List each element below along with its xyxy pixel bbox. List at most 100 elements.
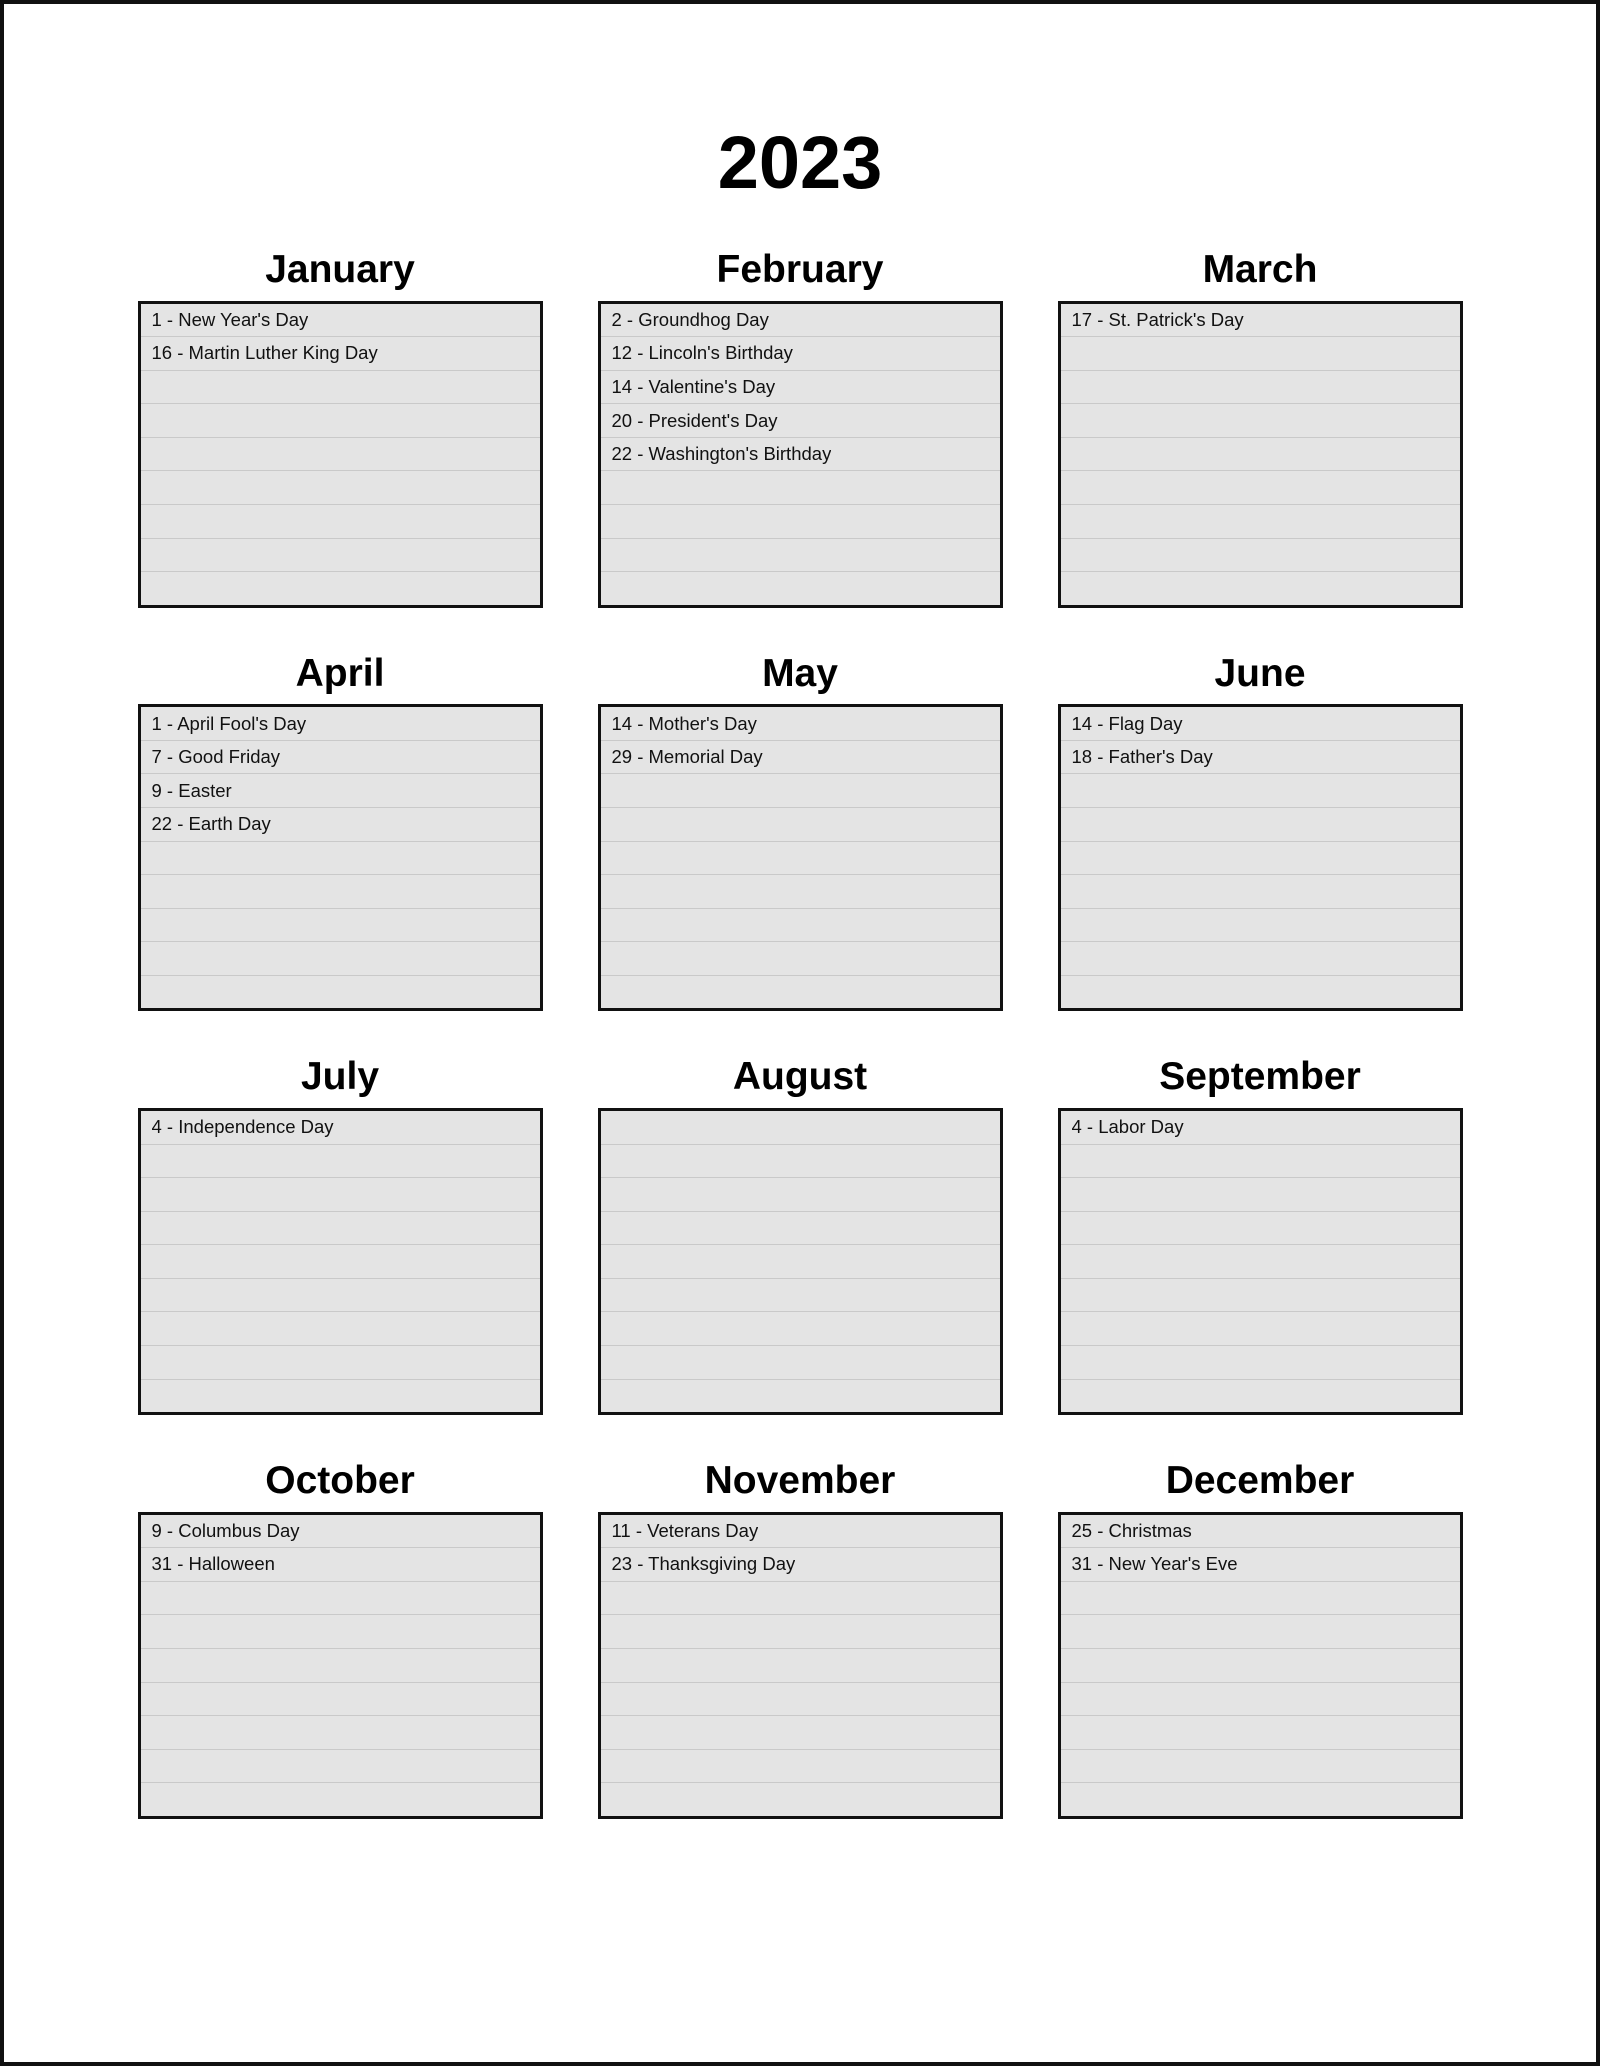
event-row-empty[interactable]	[1060, 942, 1460, 976]
event-row[interactable]: 18 - Father's Day	[1060, 740, 1460, 775]
event-row-empty[interactable]	[1060, 1615, 1460, 1649]
event-row[interactable]: 25 - Christmas	[1060, 1514, 1460, 1549]
event-row-empty[interactable]	[140, 975, 540, 1009]
event-row-empty[interactable]	[600, 1345, 1000, 1380]
event-row-empty[interactable]	[600, 1312, 1000, 1346]
event-row-empty[interactable]	[140, 1615, 540, 1649]
event-row-empty[interactable]	[1060, 1716, 1460, 1750]
event-row-empty[interactable]	[1060, 908, 1460, 943]
event-row-empty[interactable]	[600, 1211, 1000, 1246]
event-row[interactable]: 22 - Earth Day	[140, 808, 540, 842]
event-row-empty[interactable]	[1060, 1144, 1460, 1179]
event-row[interactable]: 1 - New Year's Day	[140, 303, 540, 338]
event-row-empty[interactable]	[140, 538, 540, 573]
event-row-empty[interactable]	[1060, 1581, 1460, 1616]
event-row-empty[interactable]	[600, 774, 1000, 809]
event-row-empty[interactable]	[1060, 437, 1460, 472]
event-row-empty[interactable]	[1060, 841, 1460, 876]
event-row-empty[interactable]	[140, 1278, 540, 1313]
event-row-empty[interactable]	[1060, 1783, 1460, 1816]
event-row-empty[interactable]	[140, 1245, 540, 1279]
event-row-empty[interactable]	[140, 841, 540, 876]
event-row-empty[interactable]	[1060, 404, 1460, 438]
event-row-empty[interactable]	[600, 1716, 1000, 1750]
event-row-empty[interactable]	[140, 1345, 540, 1380]
event-row-empty[interactable]	[600, 505, 1000, 539]
event-row-empty[interactable]	[1060, 337, 1460, 371]
event-row[interactable]: 9 - Columbus Day	[140, 1514, 540, 1549]
event-row-empty[interactable]	[600, 1682, 1000, 1717]
event-row[interactable]: 11 - Veterans Day	[600, 1514, 1000, 1549]
event-row[interactable]: 31 - Halloween	[140, 1548, 540, 1582]
event-row[interactable]: 23 - Thanksgiving Day	[600, 1548, 1000, 1582]
event-row-empty[interactable]	[1060, 774, 1460, 809]
event-row-empty[interactable]	[1060, 875, 1460, 909]
event-row[interactable]: 14 - Mother's Day	[600, 707, 1000, 741]
event-row-empty[interactable]	[1060, 370, 1460, 405]
event-row-empty[interactable]	[600, 1615, 1000, 1649]
event-row-empty[interactable]	[1060, 1211, 1460, 1246]
event-row-empty[interactable]	[600, 1245, 1000, 1279]
event-row-empty[interactable]	[140, 942, 540, 976]
event-row-empty[interactable]	[600, 808, 1000, 842]
event-row-empty[interactable]	[140, 505, 540, 539]
event-row-empty[interactable]	[600, 975, 1000, 1009]
event-row-empty[interactable]	[1060, 538, 1460, 573]
event-row-empty[interactable]	[140, 1379, 540, 1413]
event-row-empty[interactable]	[140, 908, 540, 943]
event-row-empty[interactable]	[600, 538, 1000, 573]
event-row-empty[interactable]	[140, 1682, 540, 1717]
event-row-empty[interactable]	[600, 572, 1000, 605]
event-row[interactable]: 17 - St. Patrick's Day	[1060, 303, 1460, 338]
event-row-empty[interactable]	[1060, 1345, 1460, 1380]
event-row-empty[interactable]	[1060, 975, 1460, 1009]
event-row-empty[interactable]	[600, 1144, 1000, 1179]
event-row-empty[interactable]	[1060, 1682, 1460, 1717]
event-row[interactable]: 1 - April Fool's Day	[140, 707, 540, 741]
event-row-empty[interactable]	[140, 1783, 540, 1816]
event-row-empty[interactable]	[140, 471, 540, 506]
event-row[interactable]: 9 - Easter	[140, 774, 540, 809]
event-row[interactable]: 29 - Memorial Day	[600, 740, 1000, 775]
event-row-empty[interactable]	[1060, 572, 1460, 605]
event-row[interactable]: 4 - Labor Day	[1060, 1111, 1460, 1145]
event-row-empty[interactable]	[1060, 505, 1460, 539]
event-row[interactable]: 20 - President's Day	[600, 404, 1000, 438]
event-row-empty[interactable]	[600, 1111, 1000, 1145]
event-row-empty[interactable]	[140, 1178, 540, 1212]
event-row-empty[interactable]	[1060, 1178, 1460, 1212]
event-row-empty[interactable]	[140, 1648, 540, 1683]
event-row-empty[interactable]	[600, 1749, 1000, 1784]
event-row-empty[interactable]	[1060, 471, 1460, 506]
event-row[interactable]: 14 - Valentine's Day	[600, 370, 1000, 405]
event-row-empty[interactable]	[600, 875, 1000, 909]
event-row-empty[interactable]	[1060, 1648, 1460, 1683]
event-row-empty[interactable]	[600, 1783, 1000, 1816]
event-row-empty[interactable]	[140, 404, 540, 438]
event-row[interactable]: 2 - Groundhog Day	[600, 303, 1000, 338]
event-row-empty[interactable]	[140, 1312, 540, 1346]
event-row-empty[interactable]	[1060, 1245, 1460, 1279]
event-row-empty[interactable]	[600, 1178, 1000, 1212]
event-row-empty[interactable]	[140, 572, 540, 605]
event-row-empty[interactable]	[1060, 1312, 1460, 1346]
event-row[interactable]: 4 - Independence Day	[140, 1111, 540, 1145]
event-row-empty[interactable]	[140, 437, 540, 472]
event-row-empty[interactable]	[1060, 1749, 1460, 1784]
event-row-empty[interactable]	[140, 1211, 540, 1246]
event-row-empty[interactable]	[600, 942, 1000, 976]
event-row-empty[interactable]	[140, 1581, 540, 1616]
event-row-empty[interactable]	[140, 370, 540, 405]
event-row-empty[interactable]	[140, 875, 540, 909]
event-row-empty[interactable]	[1060, 1278, 1460, 1313]
event-row-empty[interactable]	[600, 1379, 1000, 1413]
event-row[interactable]: 31 - New Year's Eve	[1060, 1548, 1460, 1582]
event-row-empty[interactable]	[600, 1278, 1000, 1313]
event-row-empty[interactable]	[140, 1144, 540, 1179]
event-row-empty[interactable]	[600, 1581, 1000, 1616]
event-row-empty[interactable]	[1060, 1379, 1460, 1413]
event-row[interactable]: 7 - Good Friday	[140, 740, 540, 775]
event-row[interactable]: 16 - Martin Luther King Day	[140, 337, 540, 371]
event-row[interactable]: 22 - Washington's Birthday	[600, 437, 1000, 472]
event-row-empty[interactable]	[140, 1716, 540, 1750]
